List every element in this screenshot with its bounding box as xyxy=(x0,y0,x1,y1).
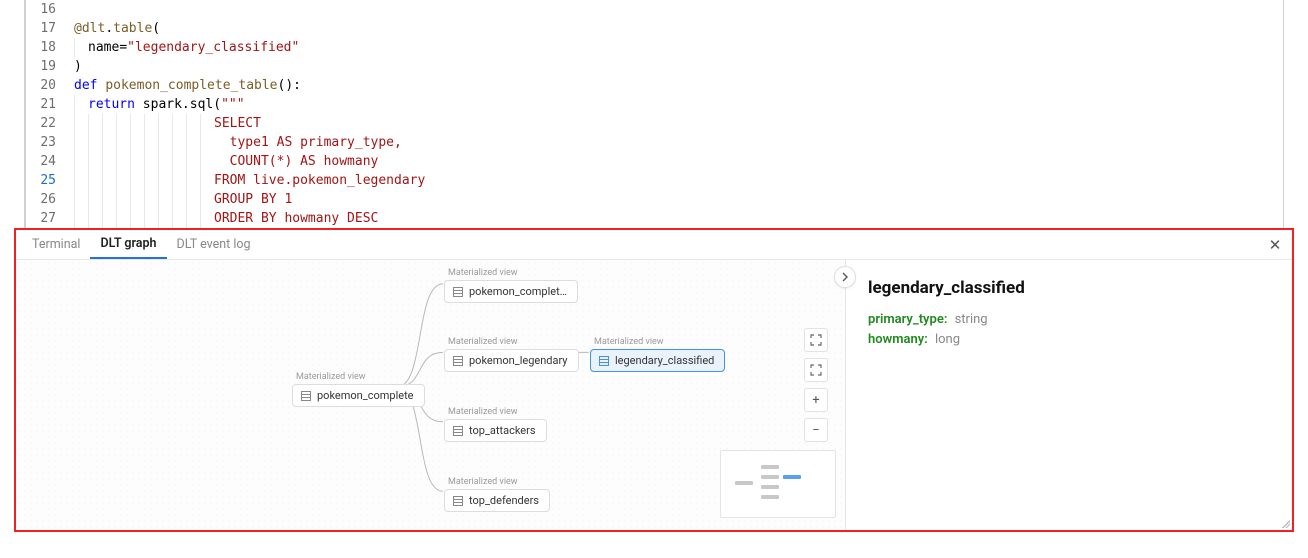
close-icon[interactable]: ✕ xyxy=(1266,236,1284,254)
line-number: 20 xyxy=(26,76,74,95)
code-line[interactable]: 25FROM live.pokemon_legendary xyxy=(26,171,1283,190)
graph-node-top-attackers[interactable]: Materialized view top_attackers xyxy=(444,407,547,442)
line-number: 24 xyxy=(26,152,74,171)
table-icon xyxy=(453,356,463,366)
graph-area: Materialized view pokemon_complete Mater… xyxy=(16,260,1292,530)
line-number: 16 xyxy=(26,0,74,19)
code-line[interactable]: 20def pokemon_complete_table(): xyxy=(26,76,1283,95)
line-number: 19 xyxy=(26,57,74,76)
table-icon xyxy=(599,356,609,366)
line-number: 17 xyxy=(26,19,74,38)
details-title: legendary_classified xyxy=(868,278,1270,298)
table-icon xyxy=(301,391,311,401)
line-number: 26 xyxy=(26,190,74,209)
node-details-panel: legendary_classified primary_type: strin… xyxy=(846,260,1292,530)
code-editor[interactable]: 1617@dlt.table(18name="legendary_classif… xyxy=(26,0,1284,228)
node-name: pokemon_legendary xyxy=(469,354,568,367)
code-line[interactable]: 26GROUP BY 1 xyxy=(26,190,1283,209)
code-editor-region: 1617@dlt.table(18name="legendary_classif… xyxy=(0,0,1308,228)
bottom-panel: Terminal DLT graph DLT event log ✕ Mater… xyxy=(14,228,1294,532)
graph-node-legendary-classified[interactable]: Materialized view legendary_classified xyxy=(590,337,725,372)
zoom-in-button[interactable]: + xyxy=(804,388,828,412)
schema-column: primary_type: string xyxy=(868,310,1270,330)
table-icon xyxy=(453,426,463,436)
node-name: top_defenders xyxy=(469,494,539,507)
zoom-out-button[interactable]: − xyxy=(804,418,828,442)
node-type-label: Materialized view xyxy=(590,337,725,347)
tab-terminal[interactable]: Terminal xyxy=(22,230,90,259)
code-line[interactable]: 17@dlt.table( xyxy=(26,19,1283,38)
graph-minimap[interactable] xyxy=(720,450,836,518)
code-line[interactable]: 16 xyxy=(26,0,1283,19)
node-type-label: Materialized view xyxy=(444,477,550,487)
graph-node-pokemon-complet[interactable]: Materialized view pokemon_complet… xyxy=(444,268,578,303)
node-name: legendary_classified xyxy=(615,354,714,367)
line-number: 27 xyxy=(26,209,74,228)
node-type-label: Materialized view xyxy=(444,268,578,278)
tab-dlt-graph[interactable]: DLT graph xyxy=(90,230,166,259)
line-number: 23 xyxy=(26,133,74,152)
graph-node-pokemon-legendary[interactable]: Materialized view pokemon_legendary xyxy=(444,337,579,372)
details-schema: primary_type: stringhowmany: long xyxy=(868,310,1270,350)
schema-column: howmany: long xyxy=(868,330,1270,350)
graph-node-top-defenders[interactable]: Materialized view top_defenders xyxy=(444,477,550,512)
graph-node-pokemon-complete[interactable]: Materialized view pokemon_complete xyxy=(292,372,425,407)
graph-canvas[interactable]: Materialized view pokemon_complete Mater… xyxy=(16,260,846,530)
node-name: pokemon_complet… xyxy=(469,285,567,298)
chevron-right-icon[interactable] xyxy=(834,266,856,288)
line-number: 18 xyxy=(26,38,74,57)
node-type-label: Materialized view xyxy=(444,337,579,347)
node-type-label: Materialized view xyxy=(444,407,547,417)
fullscreen-icon[interactable] xyxy=(804,358,828,382)
node-name: pokemon_complete xyxy=(317,389,414,402)
line-number: 21 xyxy=(26,95,74,114)
table-icon xyxy=(453,287,463,297)
node-name: top_attackers xyxy=(469,424,536,437)
code-line[interactable]: 27ORDER BY howmany DESC xyxy=(26,209,1283,228)
fit-to-screen-icon[interactable] xyxy=(804,328,828,352)
code-line[interactable]: 22SELECT xyxy=(26,114,1283,133)
code-line[interactable]: 23 type1 AS primary_type, xyxy=(26,133,1283,152)
panel-tabs: Terminal DLT graph DLT event log ✕ xyxy=(16,230,1292,260)
graph-zoom-controls: + − xyxy=(804,328,828,442)
code-line[interactable]: 24 COUNT(*) AS howmany xyxy=(26,152,1283,171)
tab-dlt-event-log[interactable]: DLT event log xyxy=(167,230,261,259)
resize-handle-icon[interactable] xyxy=(1280,518,1290,528)
code-line[interactable]: 18name="legendary_classified" xyxy=(26,38,1283,57)
code-line[interactable]: 19) xyxy=(26,57,1283,76)
table-icon xyxy=(453,496,463,506)
line-number: 22 xyxy=(26,114,74,133)
code-line[interactable]: 21return spark.sql(""" xyxy=(26,95,1283,114)
node-type-label: Materialized view xyxy=(292,372,425,382)
line-number: 25 xyxy=(26,171,74,190)
